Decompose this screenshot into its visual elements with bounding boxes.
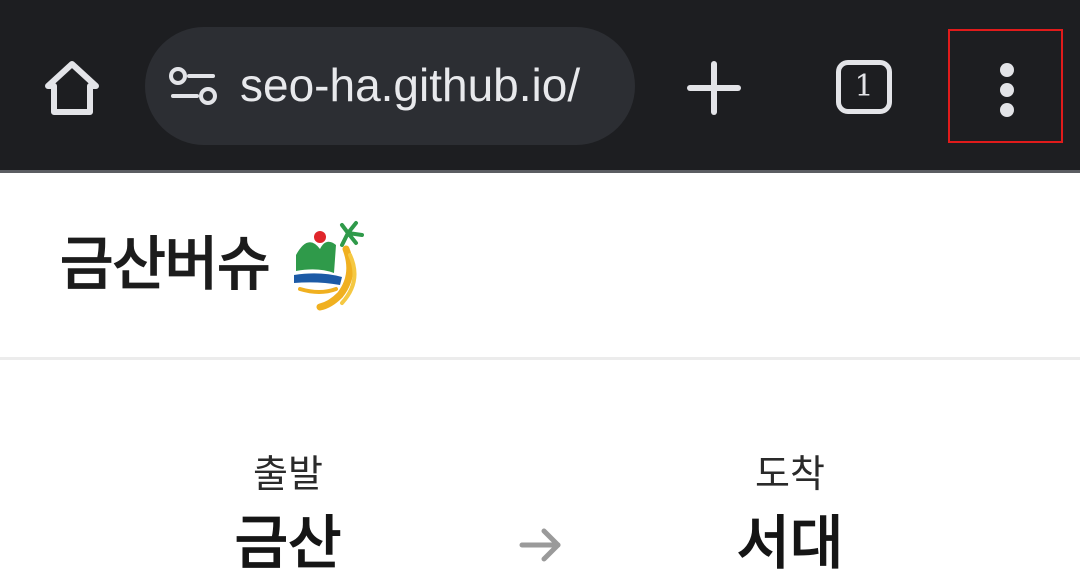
menu-dot [1000,83,1014,97]
tab-count: 1 [854,69,874,104]
arrow-right-icon [519,528,561,562]
tab-switcher-button[interactable]: 1 [836,60,892,114]
home-icon [45,61,99,115]
address-bar[interactable]: seo-ha.github.io/ [145,27,635,145]
page-header: 금산버슈 [0,173,1080,358]
home-button[interactable] [40,56,104,120]
geumsan-logo [294,221,364,311]
menu-dot [1000,63,1014,77]
url-text[interactable]: seo-ha.github.io/ [240,55,580,115]
site-info-icon[interactable] [169,66,217,106]
new-tab-button[interactable] [686,60,742,116]
header-divider [0,357,1080,360]
more-menu-button[interactable] [948,29,1063,143]
destination-value[interactable]: 서대 [660,508,920,578]
browser-toolbar: seo-ha.github.io/ 1 [0,0,1080,170]
destination-label: 도착 [755,452,825,496]
menu-dot [1000,103,1014,117]
origin-label: 출발 [253,452,323,496]
plus-icon [687,61,741,115]
origin-value[interactable]: 금산 [158,508,418,578]
page-title[interactable]: 금산버슈 [60,228,270,300]
